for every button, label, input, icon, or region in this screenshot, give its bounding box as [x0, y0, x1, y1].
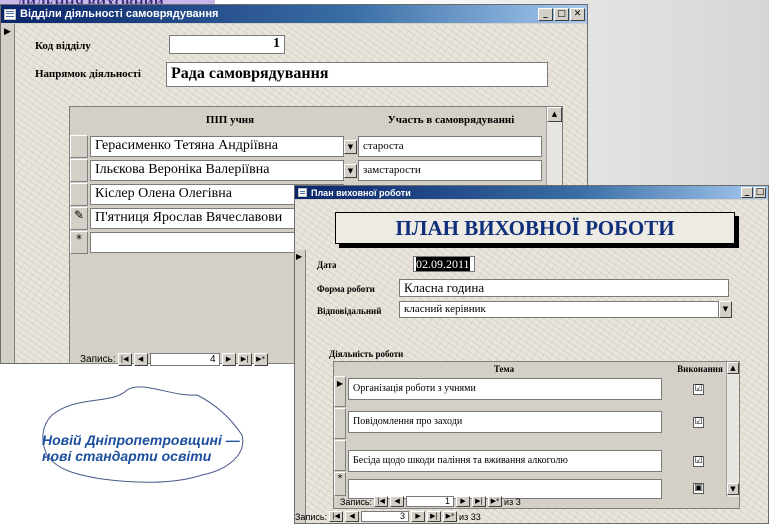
- done-checkbox[interactable]: ☑: [693, 384, 704, 395]
- last-record-button[interactable]: ▶|: [472, 496, 487, 507]
- code-label: Код відділу: [35, 40, 91, 52]
- plan-banner: ПЛАН ВИХОВНОЇ РОБОТИ: [335, 212, 735, 244]
- close-button[interactable]: ✕: [570, 7, 585, 21]
- record-total: из 33: [459, 511, 481, 522]
- scroll-up-icon[interactable]: ▲: [727, 362, 739, 374]
- last-record-button[interactable]: ▶|: [237, 353, 252, 366]
- last-record-button[interactable]: ▶|: [427, 511, 442, 522]
- row-selector[interactable]: [334, 440, 346, 471]
- participation-cell[interactable]: замстарости: [358, 160, 542, 181]
- next-record-button[interactable]: ▶: [411, 511, 426, 522]
- win1-titlebar[interactable]: Відділи діяльності самоврядування _ □ ✕: [1, 5, 587, 23]
- chevron-down-icon[interactable]: ▼: [344, 164, 357, 178]
- win1-record-navigator: Запись: |◀ ◀ 4 ▶ ▶| ▶*: [80, 353, 268, 366]
- record-number-field[interactable]: 4: [149, 353, 220, 366]
- current-record-arrow: ▶: [296, 252, 303, 261]
- direction-field[interactable]: Рада самоврядування: [166, 62, 548, 87]
- record-label: Запись:: [295, 511, 328, 522]
- new-record-button[interactable]: ▶*: [253, 353, 268, 366]
- topic-cell[interactable]: Організація роботи з учнями: [348, 378, 662, 400]
- record-label: Запись:: [80, 354, 116, 365]
- maximize-button[interactable]: □: [554, 7, 569, 21]
- responsible-combo[interactable]: класний керівник: [399, 301, 719, 318]
- minimize-button[interactable]: _: [741, 187, 753, 198]
- win2-form-body: ПЛАН ВИХОВНОЇ РОБОТИ ▶ Дата 02.09.2011 Ф…: [295, 200, 768, 523]
- row-selector-new[interactable]: *: [334, 472, 346, 496]
- win2-record-navigator: Запись: |◀ ◀ 3 ▶ ▶| ▶* из 33: [295, 511, 481, 522]
- done-checkbox[interactable]: ☑: [693, 417, 704, 428]
- record-label: Запись:: [340, 496, 373, 507]
- chevron-down-icon[interactable]: ▼: [344, 140, 357, 154]
- win2-titlebar[interactable]: План виховної роботи _ □: [295, 186, 768, 199]
- form-app-icon: [298, 188, 307, 197]
- activity-label: Діяльність роботи: [329, 349, 404, 359]
- row-selector-editing[interactable]: ✎: [70, 207, 88, 230]
- row-selector[interactable]: [70, 183, 88, 206]
- date-value-selected: 02.09.2011: [416, 257, 470, 271]
- logo-caption-line1: Новій Дніпропетровщині —: [42, 432, 240, 448]
- column-header-done[interactable]: Виконання: [674, 364, 726, 374]
- done-checkbox-default[interactable]: ▣: [693, 483, 704, 494]
- row-selector[interactable]: [70, 135, 88, 158]
- row-selector-new[interactable]: *: [70, 231, 88, 254]
- chevron-down-icon[interactable]: ▼: [719, 301, 732, 318]
- minimize-button[interactable]: _: [538, 7, 553, 21]
- next-record-button[interactable]: ▶: [456, 496, 471, 507]
- date-label: Дата: [317, 260, 337, 270]
- logo-caption: Новій Дніпропетровщині — нові стандарти …: [42, 432, 240, 464]
- record-total: из 3: [504, 496, 521, 507]
- form-label: Форма роботи: [317, 284, 375, 294]
- topic-cell[interactable]: Бесіда щодо шкоди паління та вживання ал…: [348, 450, 662, 472]
- direction-label: Напрямок діяльності: [35, 68, 141, 80]
- student-name-cell[interactable]: Ільєкова Вероніка Валеріївна: [90, 160, 344, 181]
- student-name-cell[interactable]: Герасименко Тетяна Андріївна: [90, 136, 344, 157]
- date-field[interactable]: 02.09.2011: [413, 256, 475, 272]
- current-record-arrow: ▶: [4, 27, 11, 37]
- column-header-topic[interactable]: Тема: [354, 364, 654, 374]
- logo-caption-line2: нові стандарти освіти: [42, 448, 212, 464]
- row-selector[interactable]: ▶: [334, 376, 346, 407]
- record-number-field[interactable]: 3: [361, 511, 410, 522]
- column-header-participation[interactable]: Участь в самоврядуванні: [356, 114, 546, 126]
- done-checkbox[interactable]: ☑: [693, 456, 704, 467]
- next-record-button[interactable]: ▶: [221, 353, 236, 366]
- responsible-label: Відповідальний: [317, 306, 382, 316]
- first-record-button[interactable]: |◀: [329, 511, 344, 522]
- row-selector[interactable]: [334, 408, 346, 439]
- topic-cell[interactable]: Повідомлення про заходи: [348, 411, 662, 433]
- scroll-down-icon[interactable]: ▼: [727, 483, 739, 495]
- form-app-icon: [4, 8, 16, 20]
- scroll-up-icon[interactable]: ▲: [547, 107, 562, 122]
- prev-record-button[interactable]: ◀: [133, 353, 148, 366]
- subform-vertical-scrollbar[interactable]: ▲ ▼: [726, 362, 739, 497]
- prev-record-button[interactable]: ◀: [390, 496, 405, 507]
- first-record-button[interactable]: |◀: [374, 496, 389, 507]
- new-record-button[interactable]: ▶*: [443, 511, 458, 522]
- win1-record-selector[interactable]: ▶: [1, 24, 15, 363]
- form-field[interactable]: Класна година: [399, 279, 729, 297]
- activities-subform: Тема Виконання ▶ Організація роботи з уч…: [333, 361, 740, 509]
- prev-record-button[interactable]: ◀: [345, 511, 360, 522]
- win2-title: План виховної роботи: [311, 187, 411, 198]
- win2-record-selector[interactable]: ▶: [295, 250, 306, 523]
- record-number-field[interactable]: 1: [406, 496, 455, 507]
- window-educational-plan: План виховної роботи _ □ ПЛАН ВИХОВНОЇ Р…: [294, 185, 769, 524]
- maximize-button[interactable]: □: [754, 187, 766, 198]
- win2-subform-navigator: Запись: |◀ ◀ 1 ▶ ▶| ▶* из 3: [340, 496, 521, 507]
- row-selector[interactable]: [70, 159, 88, 182]
- participation-cell[interactable]: староста: [358, 136, 542, 157]
- new-record-button[interactable]: ▶*: [488, 496, 503, 507]
- first-record-button[interactable]: |◀: [117, 353, 132, 366]
- win1-title: Відділи діяльності самоврядування: [20, 8, 219, 20]
- code-field[interactable]: 1: [169, 35, 285, 54]
- column-header-student[interactable]: ПІП учня: [130, 114, 330, 126]
